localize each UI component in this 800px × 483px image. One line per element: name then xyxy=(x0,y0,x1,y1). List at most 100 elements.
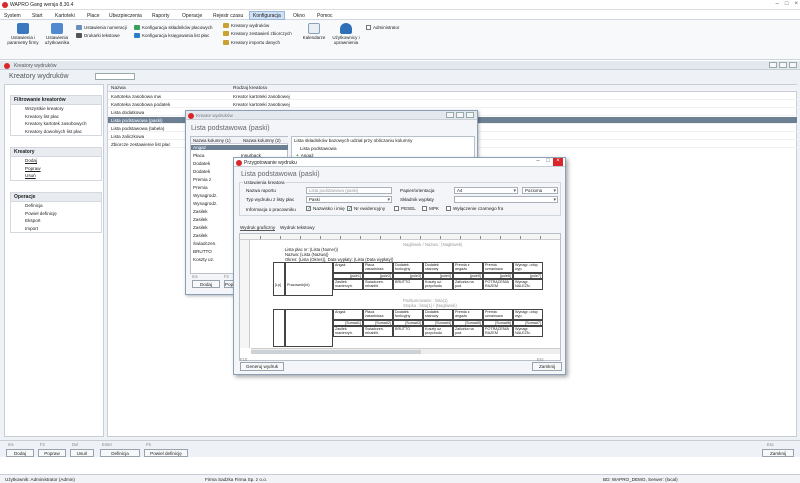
edit-link[interactable]: Popraw xyxy=(11,165,101,173)
list-item[interactable]: Wynagrodz. xyxy=(193,201,217,206)
paper-label: Papier/orientacja xyxy=(400,188,435,193)
doc-close-icon[interactable] xyxy=(789,62,797,68)
duplicate-definition-link[interactable]: Powiel definicję xyxy=(11,210,101,218)
menu-start[interactable]: Start xyxy=(32,13,43,19)
pesel-checkbox[interactable]: PESEL xyxy=(394,206,416,211)
fkey-label: Del xyxy=(72,442,79,447)
report-cell: Zasiłek macierzyń. xyxy=(333,279,363,290)
report-cell: Dodatek funkcyjny xyxy=(393,309,423,320)
import-wizards-button[interactable]: Kreatory importu danych xyxy=(223,40,280,45)
horizontal-scrollbar[interactable] xyxy=(251,348,560,354)
minimize-icon[interactable] xyxy=(446,112,454,118)
text-printers-button[interactable]: Drukarki tekstowe xyxy=(76,33,120,38)
settings-user-button[interactable]: Ustawienia użytkownika xyxy=(42,23,72,45)
close-button[interactable]: Zamknij xyxy=(762,449,794,457)
exclude-checkbox[interactable]: Wyłączenie czarnego fra xyxy=(446,206,503,211)
definition-link[interactable]: Definicja xyxy=(11,202,101,210)
filter-item[interactable]: Kreatory dowolnych list płac xyxy=(11,128,101,136)
list-item[interactable]: Dodatek xyxy=(193,169,210,174)
menu-place[interactable]: Płace xyxy=(87,13,100,19)
menu-kartoteki[interactable]: Kartoteki xyxy=(55,13,75,19)
list-item[interactable]: Dodatek xyxy=(193,161,210,166)
list-item[interactable]: Zasiłek xyxy=(193,209,208,214)
print-type-select[interactable]: Paski xyxy=(306,196,392,203)
component-select[interactable] xyxy=(454,196,558,203)
add-button[interactable]: Dodaj xyxy=(6,449,34,457)
filter-input[interactable] xyxy=(95,73,135,80)
menu-operacje[interactable]: Operacje xyxy=(182,13,202,19)
columns-list-header: Nazwa kolumny (1) Nazwa kolumny (2) xyxy=(191,137,288,144)
maximize-icon[interactable]: □ xyxy=(785,1,789,7)
mpk-checkbox[interactable]: MPK xyxy=(422,206,439,211)
menu-rejestr-czasu[interactable]: Rejestr czasu xyxy=(213,13,243,19)
list-item[interactable]: Wynagrodz. xyxy=(193,193,217,198)
filter-item[interactable]: Wszystkie kreatory xyxy=(11,105,101,113)
close-icon[interactable]: × xyxy=(794,1,798,7)
add-link[interactable]: Dodaj xyxy=(11,157,101,165)
report-name-input[interactable]: Lista podstawowa (paski) xyxy=(306,187,392,194)
add-button[interactable]: Dodaj xyxy=(192,280,220,288)
salary-components-button[interactable]: Konfiguracja składników płacowych xyxy=(134,25,213,30)
orientation-select[interactable]: Pozioma xyxy=(522,187,558,194)
filter-item[interactable]: Kreatory list płac xyxy=(11,113,101,121)
tab-text[interactable]: Wydruk tekstowy xyxy=(280,225,315,230)
menu-bar: System Start Kartoteki Płace Ubezpieczen… xyxy=(0,11,800,20)
list-item[interactable]: Płaca xyxy=(193,153,205,158)
generate-print-button[interactable]: Generuj wydruk xyxy=(240,362,284,371)
edit-button[interactable]: Popraw xyxy=(38,449,66,457)
maximize-icon[interactable]: □ xyxy=(543,158,553,166)
list-item[interactable]: Zasiłek xyxy=(193,233,208,238)
menu-raporty[interactable]: Raporty xyxy=(152,13,170,19)
menu-pomoc[interactable]: Pomoc xyxy=(317,13,333,19)
list-item[interactable]: Świadczen. xyxy=(193,241,217,246)
list-item[interactable]: Premia xyxy=(193,185,208,190)
menu-ubezpieczenia[interactable]: Ubezpieczenia xyxy=(109,13,142,19)
restore-icon[interactable] xyxy=(456,112,464,118)
doc-restore-icon[interactable] xyxy=(779,62,787,68)
paper-select[interactable]: A4 xyxy=(454,187,518,194)
report-cell: BRUTTO xyxy=(393,326,423,337)
payroll-booking-button[interactable]: Konfiguracja księgowania list płac xyxy=(134,33,209,38)
tree-item[interactable]: Lista podstawowa xyxy=(300,146,337,151)
close-icon[interactable]: × xyxy=(553,158,563,166)
table-row[interactable]: Kartoteka zasobowa podatek Kreator kartot… xyxy=(108,101,797,108)
close-icon[interactable] xyxy=(466,112,474,118)
minimize-icon[interactable]: – xyxy=(776,1,779,7)
summary-wizards-button[interactable]: Kreatory zestawień zbiorczych xyxy=(223,31,292,36)
minimize-icon[interactable]: – xyxy=(533,158,543,166)
calendars-button[interactable]: Kalendarze xyxy=(299,23,329,40)
doc-minimize-icon[interactable] xyxy=(769,62,777,68)
administrator-checkbox[interactable]: Administrator xyxy=(366,25,400,30)
list-item[interactable]: BRUTTO xyxy=(193,249,212,254)
menu-okno[interactable]: Okno xyxy=(293,13,305,19)
list-item[interactable]: Koszty uz. xyxy=(193,257,214,262)
list-item[interactable]: Angaż xyxy=(191,145,288,150)
print-wizards-button[interactable]: Kreatory wydruków xyxy=(223,23,269,28)
users-permissions-button[interactable]: Użytkownicy i uprawnienia xyxy=(330,23,362,45)
print-subtitle: Lista podstawowa (paski) xyxy=(241,171,320,178)
numbering-button[interactable]: Ustawienia numeracji xyxy=(76,25,127,30)
list-item[interactable]: Zasiłek xyxy=(193,225,208,230)
name-checkbox[interactable]: Nazwisko i imię xyxy=(306,206,345,211)
delete-button[interactable]: Usuń xyxy=(70,449,94,457)
import-link[interactable]: Import xyxy=(11,225,101,233)
filter-item[interactable]: Kreatory kartotek zasobowych xyxy=(11,120,101,128)
settings-firm-button[interactable]: Ustawienia i parametry firmy xyxy=(6,23,40,45)
scrollbar-thumb[interactable] xyxy=(251,350,421,354)
base-components-label: Lista składników bazowych udział przy ob… xyxy=(294,138,413,143)
table-row[interactable]: Kartoteka zasobowa mw Kreator kartoteki z… xyxy=(108,93,797,100)
list-item[interactable]: Zasiłek xyxy=(193,217,208,222)
export-link[interactable]: Eksport xyxy=(11,217,101,225)
list-item[interactable]: Premia z xyxy=(193,177,211,182)
col-type-header[interactable]: Rodzaj kreatora xyxy=(233,86,267,91)
delete-link[interactable]: Usuń xyxy=(11,172,101,180)
menu-konfiguracja[interactable]: Konfiguracja xyxy=(249,11,285,20)
close-button[interactable]: Zamknij xyxy=(532,362,562,371)
definition-button[interactable]: Definicja xyxy=(100,449,140,457)
tab-graphic[interactable]: Wydruk graficzny xyxy=(240,225,276,231)
record-no-checkbox[interactable]: Nr ewidencyjny xyxy=(347,206,385,211)
menu-system[interactable]: System xyxy=(4,13,21,19)
col-name-header[interactable]: Nazwa xyxy=(111,86,126,91)
duplicate-definition-button[interactable]: Powiel definicję xyxy=(144,449,188,457)
report-designer[interactable]: Nagłówek / Nazwa : {Nagłówek} Lista płac… xyxy=(239,233,561,361)
